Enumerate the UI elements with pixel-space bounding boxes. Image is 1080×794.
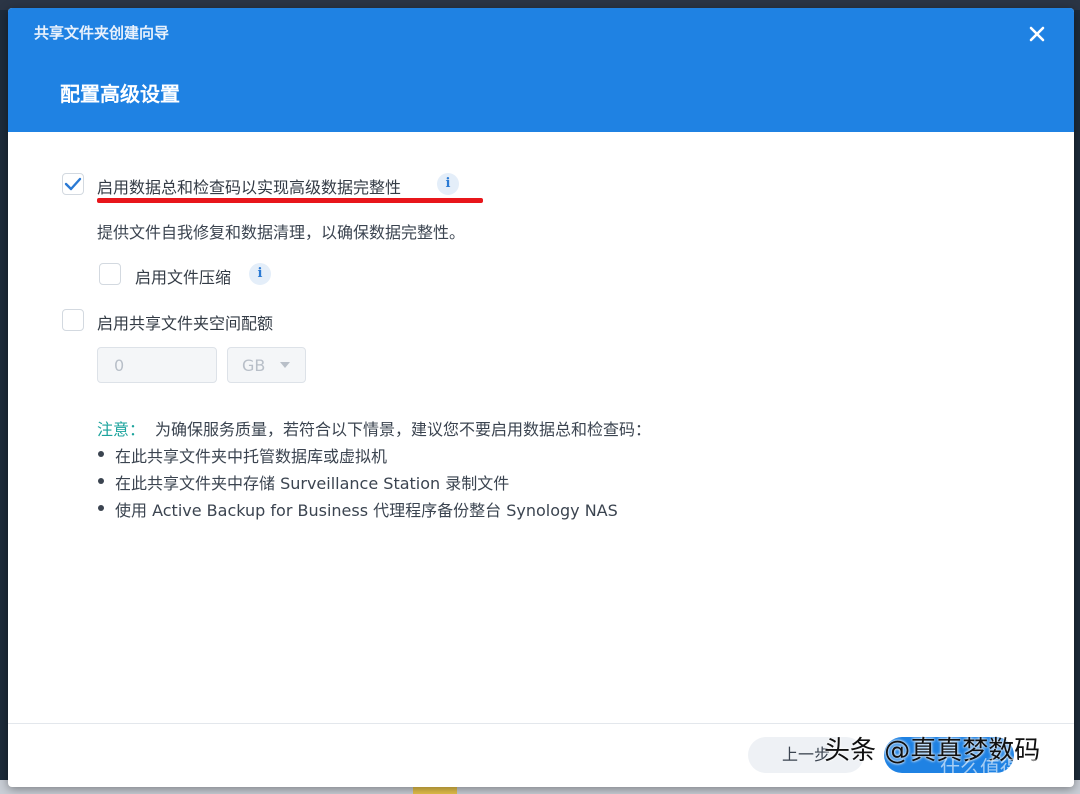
quota-checkbox[interactable] xyxy=(62,309,84,331)
wizard-title: 共享文件夹创建向导 xyxy=(34,24,170,42)
footer-divider xyxy=(8,723,1074,724)
dialog-header: 共享文件夹创建向导 配置高级设置 xyxy=(8,8,1074,132)
compression-checkbox[interactable] xyxy=(99,263,121,285)
quota-unit-value: GB xyxy=(242,356,266,375)
checksum-description: 提供文件自我修复和数据清理，以确保数据完整性。 xyxy=(97,223,466,242)
chevron-down-icon xyxy=(280,362,290,368)
checksum-info-icon[interactable]: i xyxy=(437,173,459,195)
note-item: 使用 Active Backup for Business 代理程序备份整台 S… xyxy=(115,501,618,520)
quota-label: 启用共享文件夹空间配额 xyxy=(97,314,274,333)
wizard-dialog: 共享文件夹创建向导 配置高级设置 启用数据总和检查码以实现高级数据完整性 i 提… xyxy=(8,8,1074,787)
bullet-icon xyxy=(98,451,104,457)
note-item: 在此共享文件夹中存储 Surveillance Station 录制文件 xyxy=(115,474,510,493)
close-button[interactable] xyxy=(1024,21,1050,47)
quota-size-input[interactable] xyxy=(98,348,216,382)
checksum-label: 启用数据总和检查码以实现高级数据完整性 xyxy=(97,178,402,197)
highlight-underline xyxy=(97,198,483,203)
compression-label: 启用文件压缩 xyxy=(135,268,232,287)
watermark-text-secondary: 什么值得买 xyxy=(940,756,1040,780)
note-text: 为确保服务质量，若符合以下情景，建议您不要启用数据总和检查码： xyxy=(155,420,652,439)
step-title: 配置高级设置 xyxy=(60,82,180,106)
close-icon xyxy=(1029,26,1045,42)
quota-unit-select[interactable]: GB xyxy=(227,347,306,383)
bullet-icon xyxy=(98,478,104,484)
note-item: 在此共享文件夹中托管数据库或虚拟机 xyxy=(115,447,388,466)
checkmark-icon xyxy=(64,177,82,191)
note-label: 注意： xyxy=(97,420,146,439)
checksum-checkbox[interactable] xyxy=(62,173,84,195)
quota-size-field[interactable] xyxy=(97,347,217,383)
bullet-icon xyxy=(98,505,104,511)
compression-info-icon[interactable]: i xyxy=(249,263,271,285)
